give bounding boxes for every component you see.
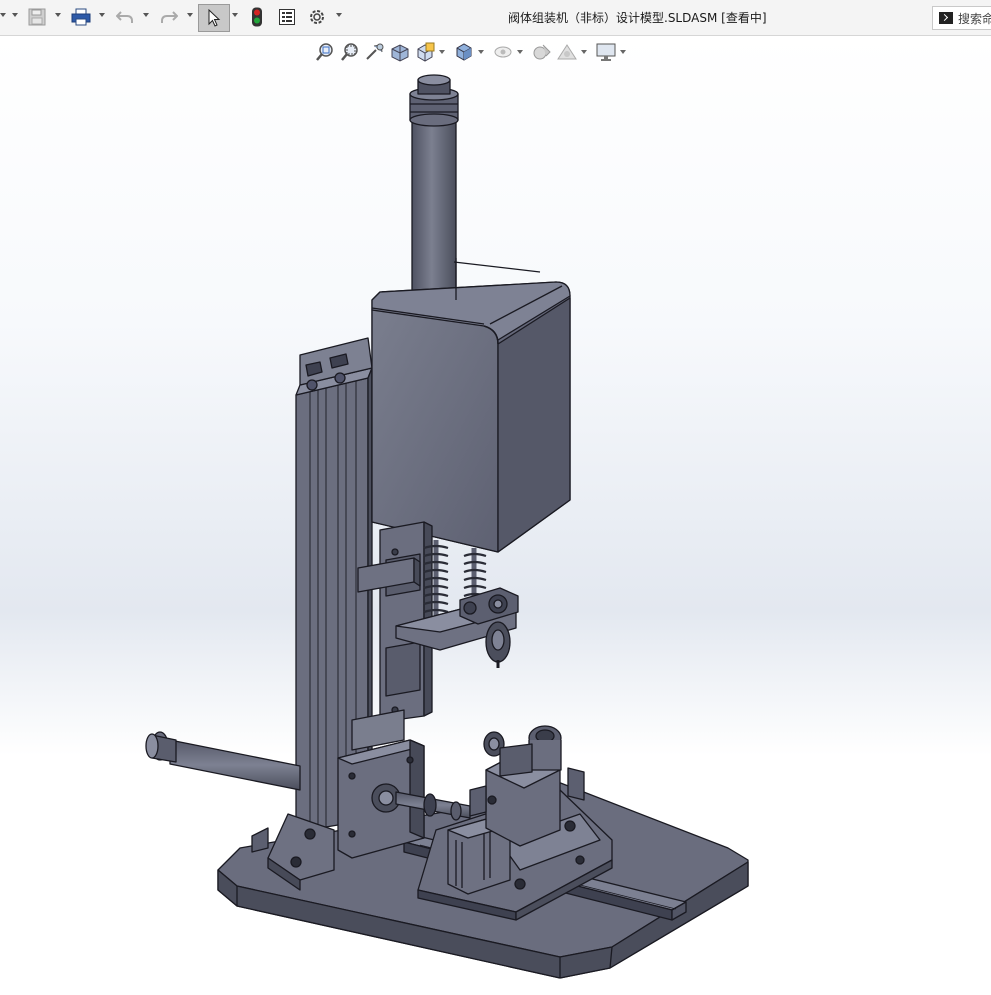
horizontal-pneumatic-cylinder[interactable] — [145, 731, 301, 791]
chevron-down-icon[interactable] — [99, 13, 105, 17]
print-icon[interactable] — [70, 6, 92, 28]
graphics-area[interactable] — [0, 36, 991, 995]
file-properties-icon[interactable] — [276, 6, 298, 28]
chevron-down-icon[interactable] — [232, 13, 238, 17]
chevron-down-icon[interactable] — [336, 13, 342, 17]
valve-assembly-machine-model[interactable] — [0, 36, 991, 995]
chevron-down-icon[interactable] — [12, 13, 18, 17]
command-prompt-icon — [939, 12, 953, 24]
command-search-box[interactable]: 搜索命 — [932, 6, 991, 30]
chevron-down-icon[interactable] — [187, 13, 193, 17]
options-gear-icon[interactable] — [306, 6, 328, 28]
chevron-down-icon[interactable] — [143, 13, 149, 17]
motor-housing-box[interactable] — [371, 258, 571, 553]
chevron-down-icon[interactable] — [0, 13, 6, 17]
command-toolbar: 阀体组装机（非标）设计模型.SLDASM [查看中] 搜索命 — [0, 0, 991, 36]
save-icon[interactable] — [26, 6, 48, 28]
document-title: 阀体组装机（非标）设计模型.SLDASM [查看中] — [508, 11, 767, 25]
search-label: 搜索命 — [958, 11, 991, 26]
select-icon[interactable] — [198, 4, 230, 32]
vertical-pneumatic-cylinder[interactable] — [409, 74, 459, 307]
chevron-down-icon[interactable] — [55, 13, 61, 17]
rebuild-traffic-light-icon[interactable] — [248, 6, 266, 28]
redo-icon[interactable] — [158, 6, 180, 28]
undo-icon[interactable] — [114, 6, 136, 28]
